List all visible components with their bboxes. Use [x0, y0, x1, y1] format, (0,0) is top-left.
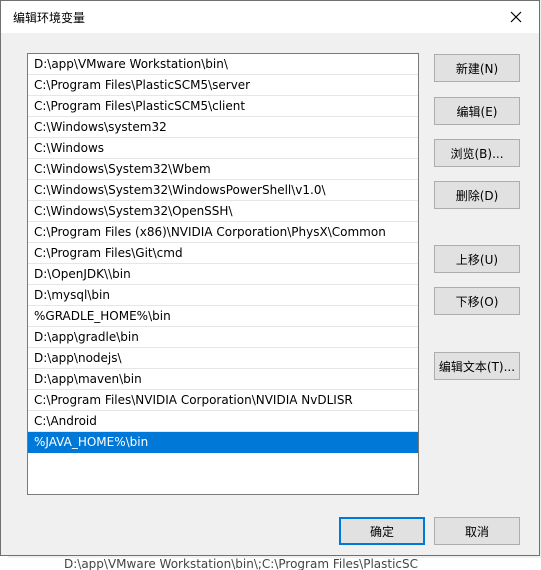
close-icon	[510, 11, 522, 23]
delete-button[interactable]: 删除(D)	[434, 181, 520, 209]
path-list-item[interactable]: C:\Android	[28, 411, 418, 432]
path-list-item[interactable]: D:\app\VMware Workstation\bin\	[28, 54, 418, 75]
close-button[interactable]	[493, 1, 539, 33]
cancel-button[interactable]: 取消	[434, 517, 520, 545]
path-list-item[interactable]: D:\OpenJDK\\bin	[28, 264, 418, 285]
dialog-title: 编辑环境变量	[13, 11, 86, 25]
move-up-button[interactable]: 上移(U)	[434, 245, 520, 273]
path-list[interactable]: D:\app\VMware Workstation\bin\ C:\Program…	[27, 53, 419, 495]
path-list-item[interactable]: C:\Program Files\Git\cmd	[28, 243, 418, 264]
path-list-item[interactable]: %JAVA_HOME%\bin	[28, 432, 418, 453]
ok-button[interactable]: 确定	[339, 517, 425, 545]
path-list-item[interactable]: C:\Program Files (x86)\NVIDIA Corporatio…	[28, 222, 418, 243]
path-list-item[interactable]: C:\Program Files\NVIDIA Corporation\NVID…	[28, 390, 418, 411]
path-list-item[interactable]: C:\Program Files\PlasticSCM5\server	[28, 75, 418, 96]
path-list-item[interactable]: C:\Windows\System32\OpenSSH\	[28, 201, 418, 222]
path-list-item[interactable]: D:\app\gradle\bin	[28, 327, 418, 348]
background-path-value: D:\app\VMware Workstation\bin\;C:\Progra…	[0, 558, 541, 570]
path-list-item[interactable]: C:\Windows\system32	[28, 117, 418, 138]
new-button[interactable]: 新建(N)	[434, 54, 520, 82]
path-list-item[interactable]: C:\Windows	[28, 138, 418, 159]
path-list-item[interactable]: D:\app\maven\bin	[28, 369, 418, 390]
path-list-item[interactable]: C:\Windows\System32\WindowsPowerShell\v1…	[28, 180, 418, 201]
edit-button[interactable]: 编辑(E)	[434, 97, 520, 125]
title-bar: 编辑环境变量	[1, 1, 539, 33]
edit-env-var-dialog: 编辑环境变量 D:\app\VMware Workstation\bin\ C:\…	[0, 0, 540, 556]
path-list-item[interactable]: C:\Windows\System32\Wbem	[28, 159, 418, 180]
path-list-item[interactable]: %GRADLE_HOME%\bin	[28, 306, 418, 327]
move-down-button[interactable]: 下移(O)	[434, 287, 520, 315]
path-list-item[interactable]: D:\mysql\bin	[28, 285, 418, 306]
path-list-item[interactable]: C:\Program Files\PlasticSCM5\client	[28, 96, 418, 117]
path-list-item[interactable]: D:\app\nodejs\	[28, 348, 418, 369]
edit-text-button[interactable]: 编辑文本(T)...	[434, 352, 520, 380]
browse-button[interactable]: 浏览(B)...	[434, 139, 520, 167]
